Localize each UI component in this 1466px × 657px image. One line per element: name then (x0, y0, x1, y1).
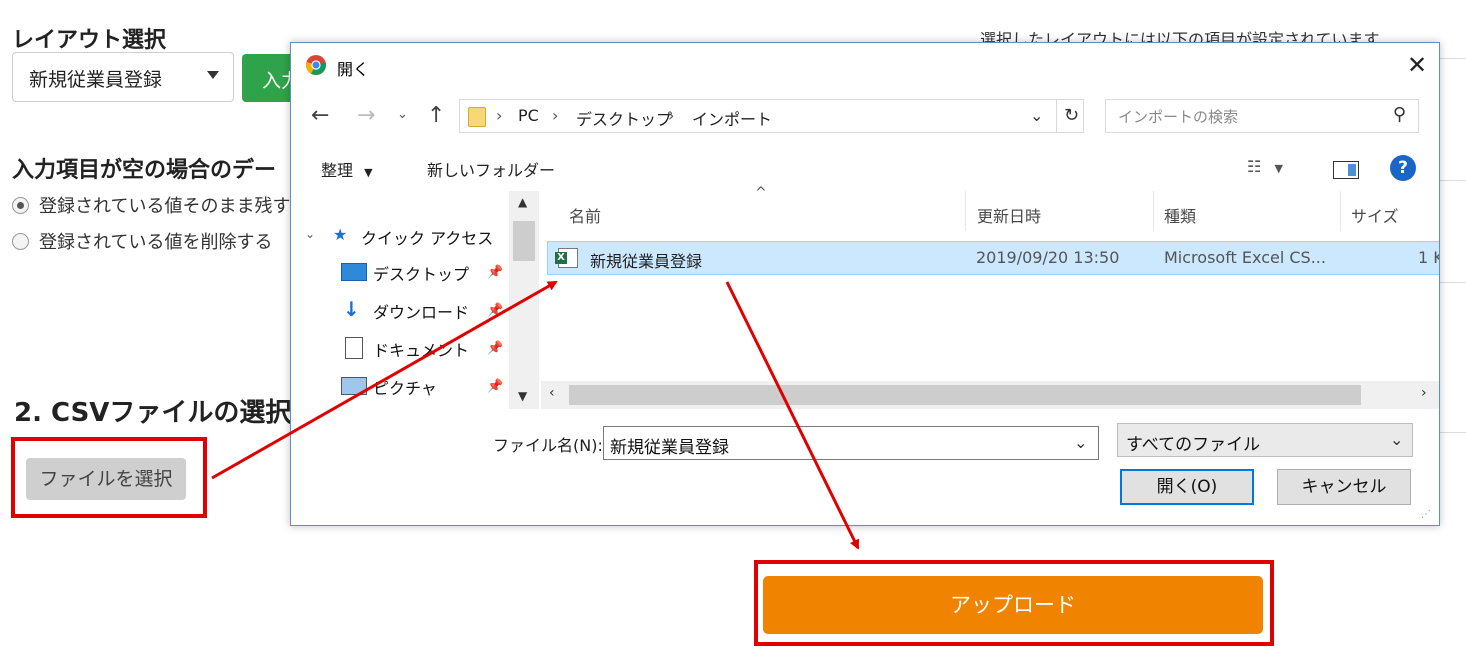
annotation-arrows (211, 280, 860, 550)
arrow-to-upload (725, 281, 860, 550)
arrow-to-file (211, 280, 558, 480)
